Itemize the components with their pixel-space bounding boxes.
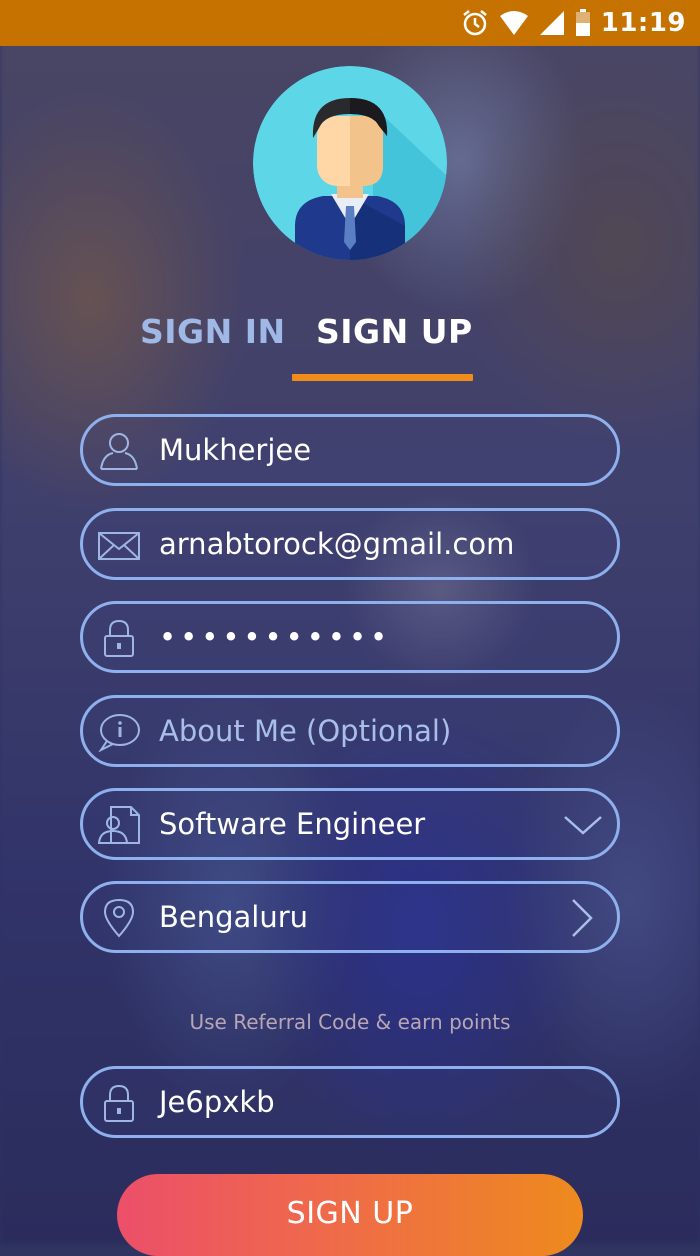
wifi-icon — [499, 10, 529, 36]
city-value: Bengaluru — [159, 900, 309, 934]
profile-document-icon — [97, 805, 141, 845]
name-input[interactable]: Mukherjee — [159, 417, 311, 483]
profession-select[interactable]: Software Engineer — [80, 788, 620, 860]
auth-tabs: SIGN IN SIGN UP — [0, 312, 700, 392]
password-field[interactable]: ••••••••••• — [80, 601, 620, 673]
lock-icon — [97, 618, 141, 658]
battery-icon — [575, 9, 591, 37]
status-bar: 11:19 — [0, 0, 700, 46]
referral-code-input[interactable]: Je6pxkb — [159, 1069, 275, 1135]
tab-sign-up[interactable]: SIGN UP — [316, 312, 473, 351]
city-select[interactable]: Bengaluru — [80, 881, 620, 953]
user-icon — [97, 431, 141, 471]
profession-value: Software Engineer — [159, 807, 426, 841]
referral-code-field[interactable]: Je6pxkb — [80, 1066, 620, 1138]
name-field[interactable]: Mukherjee — [80, 414, 620, 486]
status-time: 11:19 — [600, 8, 686, 38]
info-chat-icon — [97, 712, 141, 753]
email-field[interactable]: arnabtorock@gmail.com — [80, 508, 620, 580]
referral-note: Use Referral Code & earn points — [189, 1010, 511, 1034]
chevron-right-icon[interactable] — [563, 898, 603, 938]
email-input[interactable]: arnabtorock@gmail.com — [159, 511, 514, 577]
chevron-down-icon[interactable] — [563, 805, 603, 845]
location-pin-icon — [97, 898, 141, 938]
profile-avatar[interactable] — [253, 66, 447, 260]
signal-icon — [539, 10, 565, 36]
tab-sign-in[interactable]: SIGN IN — [140, 312, 286, 351]
envelope-icon — [97, 525, 141, 565]
password-input[interactable]: ••••••••••• — [159, 604, 391, 670]
alarm-icon — [461, 9, 489, 37]
avatar-illustration — [253, 66, 447, 260]
active-tab-indicator — [292, 374, 473, 381]
about-field[interactable]: About Me (Optional) — [80, 695, 620, 767]
about-input[interactable]: About Me (Optional) — [159, 698, 451, 764]
lock-icon — [97, 1083, 141, 1123]
